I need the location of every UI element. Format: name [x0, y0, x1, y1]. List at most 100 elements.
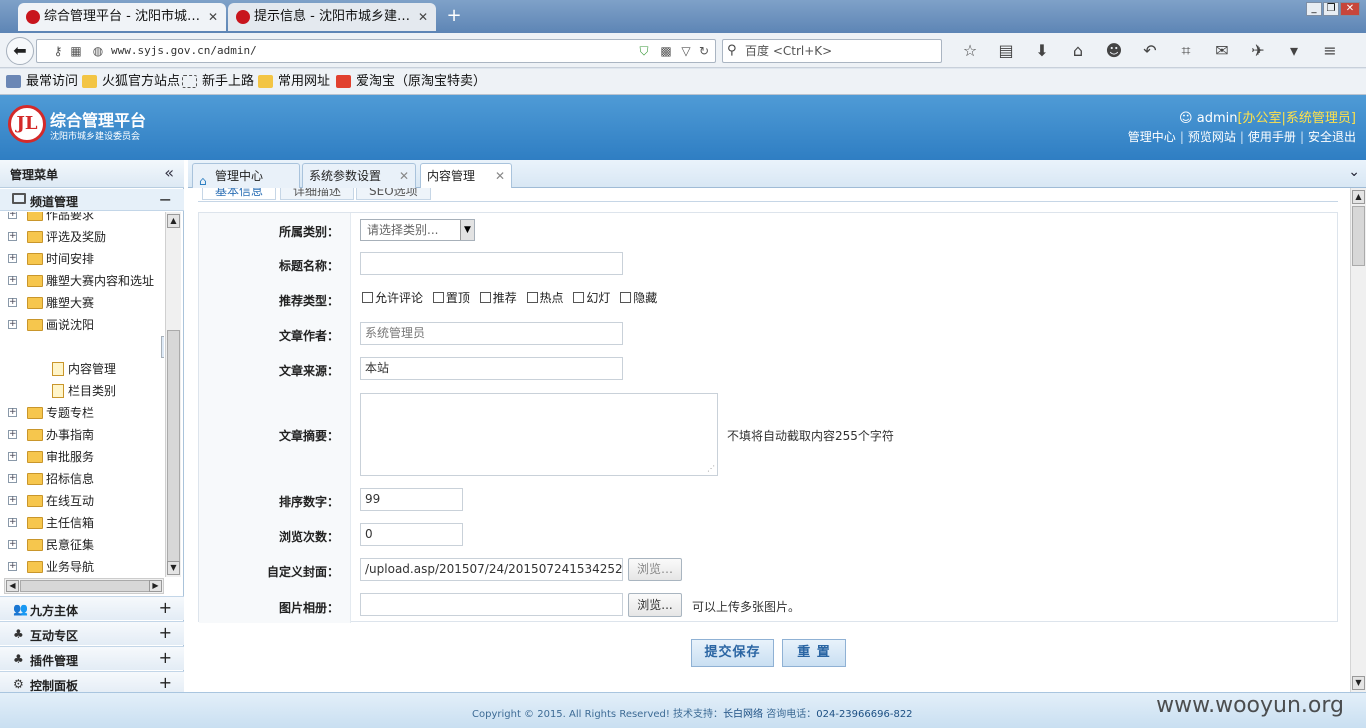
checkbox-allow-comment[interactable]: 允许评论 — [362, 289, 423, 306]
tree-item[interactable]: + 作品要求 — [0, 212, 164, 226]
bookmark-item[interactable]: 火狐官方站点 — [82, 73, 180, 91]
tree-item[interactable]: + 雕塑大赛内容和选址 — [0, 270, 164, 292]
scroll-thumb[interactable] — [1352, 206, 1365, 266]
link-logout[interactable]: 安全退出 — [1308, 130, 1356, 144]
minimize-button[interactable]: _ — [1306, 2, 1322, 16]
browser-tab-active[interactable]: 综合管理平台 - 沈阳市城… ✕ — [18, 3, 226, 31]
tree-item[interactable]: + 招标信息 — [0, 468, 164, 490]
expand-node-icon[interactable]: + — [8, 562, 17, 571]
plus-icon[interactable]: + — [159, 598, 172, 617]
checkbox-recommend[interactable]: 推荐 — [479, 289, 517, 306]
scroll-thumb[interactable] — [20, 580, 150, 592]
emoji-icon[interactable]: ☻ — [1096, 39, 1132, 63]
scroll-up-icon[interactable]: ▲ — [167, 214, 180, 228]
source-input[interactable]: 本站 — [360, 357, 623, 380]
tree-item[interactable]: + 时间安排 — [0, 248, 164, 270]
tree-item[interactable]: + 画说沈阳 — [0, 314, 164, 336]
expand-node-icon[interactable]: + — [8, 254, 17, 263]
expand-node-icon[interactable]: + — [8, 276, 17, 285]
views-input[interactable]: 0 — [360, 523, 463, 546]
tree-item[interactable]: + 在线互动 — [0, 490, 164, 512]
reload-icon[interactable]: ↻ — [697, 44, 711, 58]
expand-node-icon[interactable]: + — [8, 320, 17, 329]
sidebar-section-plugins[interactable]: ♣ 插件管理 + — [0, 646, 184, 670]
tree-item[interactable]: + 主任信箱 — [0, 512, 164, 534]
expand-node-icon[interactable]: + — [8, 496, 17, 505]
plus-icon[interactable]: + — [159, 648, 172, 667]
tree-item[interactable]: + 办事指南 — [0, 424, 164, 446]
scroll-thumb[interactable] — [167, 330, 180, 570]
sort-input[interactable]: 99 — [360, 488, 463, 511]
plus-icon[interactable]: + — [159, 623, 172, 642]
tree-item[interactable]: 内容管理 — [0, 358, 164, 380]
author-input[interactable]: 系统管理员 — [360, 322, 623, 345]
subtab-detail[interactable]: 详细描述 — [280, 188, 355, 200]
chat-icon[interactable]: ✉ — [1204, 39, 1240, 63]
qrcode-icon[interactable]: ▩ — [659, 44, 673, 58]
tab-system-settings[interactable]: 系统参数设置 ✕ — [302, 163, 416, 188]
channel-section-header[interactable]: 频道管理 − — [0, 189, 184, 211]
tree-item[interactable]: −文档下载 — [161, 336, 164, 358]
subtab-basic[interactable]: 基本信息 — [202, 188, 277, 200]
chevron-down-icon[interactable]: ⌄ — [1348, 164, 1360, 180]
scroll-right-icon[interactable]: ▶ — [149, 580, 162, 592]
search-box[interactable]: ⚲ 百度 <Ctrl+K> — [722, 39, 942, 63]
reading-list-icon[interactable]: ▤ — [988, 39, 1024, 63]
home-icon[interactable]: ⌂ — [1060, 39, 1096, 63]
close-icon[interactable]: ✕ — [495, 164, 505, 188]
undo-icon[interactable]: ↶ — [1132, 39, 1168, 63]
scroll-down-icon[interactable]: ▼ — [1352, 676, 1365, 690]
tree-item[interactable]: + 专题专栏 — [0, 402, 164, 424]
bookmark-item[interactable]: 最常访问 — [6, 73, 78, 91]
album-browse-button[interactable]: 浏览... — [628, 593, 682, 617]
expand-node-icon[interactable]: + — [8, 212, 17, 219]
expand-node-icon[interactable]: + — [8, 452, 17, 461]
album-input[interactable] — [360, 593, 623, 616]
expand-node-icon[interactable]: + — [8, 474, 17, 483]
close-tab-icon[interactable]: ✕ — [418, 3, 428, 31]
bookmark-item[interactable]: 新手上路 — [182, 73, 254, 91]
tree-item[interactable]: + 雕塑大赛 — [0, 292, 164, 314]
subtab-seo[interactable]: SEO选项 — [356, 188, 431, 200]
scroll-up-icon[interactable]: ▲ — [1352, 190, 1365, 204]
title-input[interactable] — [360, 252, 623, 275]
download-icon[interactable]: ⬇ — [1024, 39, 1060, 63]
sidebar-section-interaction[interactable]: ♣ 互动专区 + — [0, 621, 184, 645]
back-button[interactable]: ⬅ — [6, 37, 34, 65]
browser-tab-inactive[interactable]: 提示信息 - 沈阳市城乡建… ✕ — [228, 3, 436, 31]
dropdown-icon[interactable]: ▽ — [679, 44, 693, 58]
cover-browse-button[interactable]: 浏览… — [628, 558, 682, 581]
tree-item[interactable]: + 民意征集 — [0, 534, 164, 556]
chevron-down-icon[interactable]: ▾ — [1276, 39, 1312, 63]
minus-icon[interactable]: − — [159, 190, 172, 209]
plus-icon[interactable]: + — [159, 673, 172, 692]
bookmark-item[interactable]: 常用网址 — [258, 73, 330, 91]
tree-item[interactable]: + 审批服务 — [0, 446, 164, 468]
cover-input[interactable]: /upload.asp/201507/24/2015072415342525 — [360, 558, 623, 581]
sidebar-section-nine[interactable]: 👥 九方主体 + — [0, 596, 184, 620]
submit-button[interactable]: 提交保存 — [691, 639, 774, 667]
category-select[interactable]: 请选择类别... ▼ — [360, 219, 475, 241]
menu-icon[interactable]: ≡ — [1312, 39, 1348, 63]
new-tab-button[interactable]: + — [444, 4, 464, 28]
reset-button[interactable]: 重 置 — [782, 639, 846, 667]
link-admin-center[interactable]: 管理中心 — [1128, 130, 1176, 144]
checkbox-top[interactable]: 置顶 — [432, 289, 470, 306]
expand-node-icon[interactable]: + — [8, 540, 17, 549]
bookmark-item[interactable]: 爱淘宝（原淘宝特卖） — [336, 73, 486, 91]
tree-item[interactable]: 栏目类别 — [0, 380, 164, 402]
scroll-down-icon[interactable]: ▼ — [167, 561, 180, 575]
link-manual[interactable]: 使用手册 — [1248, 130, 1296, 144]
bookmark-star-icon[interactable]: ☆ — [952, 39, 988, 63]
expand-node-icon[interactable]: + — [8, 518, 17, 527]
address-bar[interactable]: ⚷ ▦ ◍ www.syjs.gov.cn/admin/ ⛉ ▩ ▽ ↻ — [36, 39, 716, 63]
main-vertical-scrollbar[interactable]: ▲ ▼ — [1350, 188, 1366, 692]
checkbox-hot[interactable]: 热点 — [526, 289, 564, 306]
checkbox-hidden[interactable]: 隐藏 — [620, 289, 657, 306]
close-tab-icon[interactable]: ✕ — [208, 3, 218, 31]
tab-content-management[interactable]: 内容管理 ✕ — [420, 163, 512, 188]
tab-admin-center[interactable]: ⌂ 管理中心 — [192, 163, 300, 188]
close-icon[interactable]: ✕ — [399, 164, 409, 188]
expand-node-icon[interactable]: + — [8, 232, 17, 241]
checkbox-slide[interactable]: 幻灯 — [573, 289, 610, 306]
